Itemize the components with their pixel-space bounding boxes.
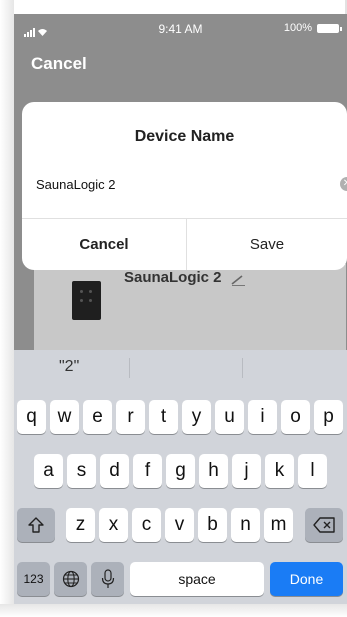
numbers-key[interactable]: 123	[17, 562, 50, 596]
device-name-input[interactable]	[36, 172, 326, 196]
device-card: SaunaLogic 2	[34, 264, 346, 364]
key-o[interactable]: o	[281, 400, 310, 434]
space-key[interactable]: space	[130, 562, 264, 596]
key-i[interactable]: i	[248, 400, 277, 434]
battery-percent: 100%	[283, 22, 312, 34]
shift-icon	[28, 517, 44, 533]
edit-pencil-icon[interactable]	[230, 274, 246, 286]
key-e[interactable]: e	[83, 400, 112, 434]
key-b[interactable]: b	[198, 508, 227, 542]
dialog-title: Device Name	[134, 128, 235, 145]
delete-key[interactable]	[305, 508, 343, 542]
suggestion-divider	[129, 358, 130, 378]
suggestion-divider	[242, 358, 243, 378]
globe-key[interactable]	[54, 562, 87, 596]
key-a[interactable]: a	[34, 454, 63, 488]
phone-screen: 9:41 AM 100% Cancel SaunaLogic 2 Device …	[14, 14, 347, 604]
microphone-icon	[101, 569, 114, 588]
suggestion-bar: "2"	[14, 350, 347, 386]
done-key[interactable]: Done	[270, 562, 343, 596]
key-c[interactable]: c	[132, 508, 161, 542]
device-name: SaunaLogic 2	[124, 269, 222, 286]
key-t[interactable]: t	[149, 400, 178, 434]
key-d[interactable]: d	[100, 454, 129, 488]
key-v[interactable]: v	[165, 508, 194, 542]
suggestion-1[interactable]: "2"	[59, 358, 79, 376]
key-k[interactable]: k	[265, 454, 294, 488]
key-y[interactable]: y	[182, 400, 211, 434]
key-h[interactable]: h	[199, 454, 228, 488]
key-g[interactable]: g	[166, 454, 195, 488]
key-p[interactable]: p	[314, 400, 343, 434]
key-n[interactable]: n	[231, 508, 260, 542]
key-q[interactable]: q	[17, 400, 46, 434]
battery-icon	[317, 24, 342, 33]
key-l[interactable]: l	[298, 454, 327, 488]
dialog-cancel-button[interactable]: Cancel	[22, 220, 186, 268]
dialog-divider	[22, 218, 347, 219]
key-x[interactable]: x	[99, 508, 128, 542]
key-u[interactable]: u	[215, 400, 244, 434]
shift-key[interactable]	[17, 508, 55, 542]
dialog-save-button[interactable]: Save	[187, 220, 347, 268]
nav-cancel-button[interactable]: Cancel	[31, 54, 87, 74]
globe-icon	[62, 570, 79, 588]
key-j[interactable]: j	[232, 454, 261, 488]
keyboard: "2" q w e r t y u i o p a s d f g h j k …	[14, 350, 347, 604]
key-f[interactable]: f	[133, 454, 162, 488]
key-r[interactable]: r	[116, 400, 145, 434]
clear-text-icon[interactable]: ✕	[340, 177, 347, 191]
backspace-icon	[313, 517, 335, 533]
status-bar: 9:41 AM 100%	[14, 14, 347, 44]
key-m[interactable]: m	[264, 508, 293, 542]
key-z[interactable]: z	[66, 508, 95, 542]
key-w[interactable]: w	[50, 400, 79, 434]
key-s[interactable]: s	[67, 454, 96, 488]
sauna-control-icon	[72, 281, 101, 320]
dictation-key[interactable]	[91, 562, 124, 596]
device-name-dialog: Device Name ✕ Cancel Save	[22, 102, 347, 270]
